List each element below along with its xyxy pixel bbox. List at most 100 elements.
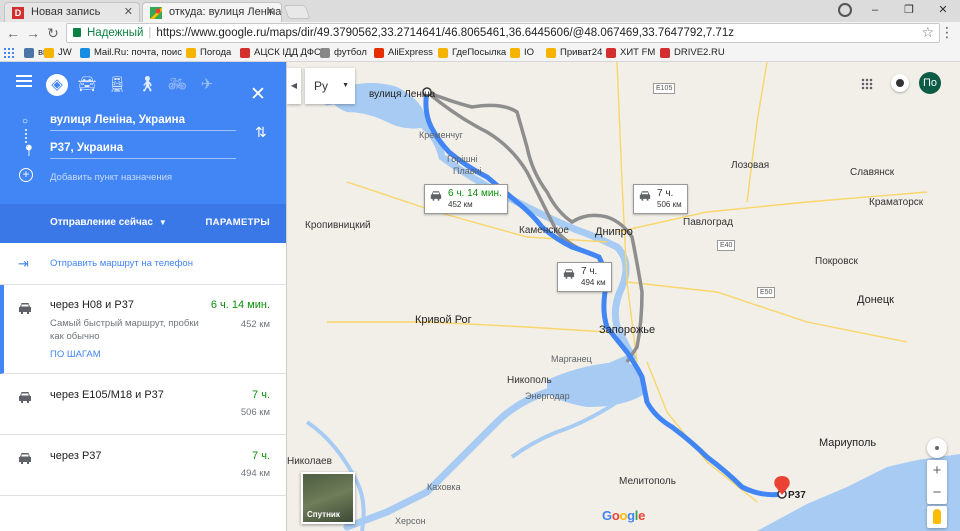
new-tab-button[interactable] bbox=[283, 5, 311, 19]
bookmark-hitfm[interactable]: ХИТ FM bbox=[606, 47, 655, 59]
route-note: Самый быстрый маршрут, пробки как обычно bbox=[50, 318, 199, 342]
car-icon bbox=[430, 191, 442, 201]
route-dots-icon bbox=[25, 129, 27, 143]
minimize-button[interactable]: – bbox=[858, 0, 892, 22]
my-location-icon[interactable] bbox=[927, 438, 947, 458]
aliexpress-icon bbox=[374, 48, 384, 58]
close-directions-icon[interactable]: ✕ bbox=[250, 84, 266, 106]
browser-menu-icon[interactable]: ⋮ bbox=[940, 24, 954, 41]
transit-mode-icon[interactable]: 🚆︎ bbox=[106, 74, 128, 96]
zoom-out-button[interactable]: − bbox=[927, 482, 947, 504]
place-label: Энергодар bbox=[525, 391, 570, 401]
address-bar[interactable]: Надежный | https://www.google.ru/maps/dir/… bbox=[66, 23, 940, 43]
google-maps-favicon-icon bbox=[150, 7, 162, 19]
route-callout[interactable]: 6 ч. 14 мин. 452 км bbox=[424, 184, 508, 214]
route-option[interactable]: через Н08 и Р37 6 ч. 14 мин. Самый быстр… bbox=[0, 285, 286, 374]
depart-time-dropdown[interactable]: Отправление сейчас ▼ bbox=[50, 217, 167, 228]
directions-panel: ◈ 🚘︎ 🚆︎ 🚶︎ 🚲︎ ✈︎ ✕ ○ вулиця Леніна, Укра… bbox=[0, 62, 287, 531]
tab-close-icon[interactable]: ✕ bbox=[124, 3, 133, 22]
maximize-button[interactable]: ❐ bbox=[892, 0, 926, 22]
bookmark-gdeposylka[interactable]: ГдеПосылка bbox=[438, 47, 506, 59]
tab-close-icon[interactable]: ✕ bbox=[266, 3, 275, 22]
step-by-step-link[interactable]: ПО ШАГАМ bbox=[50, 349, 101, 360]
language-selector[interactable]: Ру ▼ bbox=[305, 68, 355, 104]
account-avatar[interactable]: По bbox=[919, 72, 941, 94]
swap-icon[interactable]: ⇅ bbox=[255, 124, 267, 141]
close-window-button[interactable]: ✕ bbox=[926, 0, 960, 22]
tab-google-maps[interactable]: откуда: вулиця Леніна, У ✕ bbox=[142, 2, 282, 22]
callout-distance: 506 км bbox=[657, 200, 682, 209]
map-canvas[interactable]: ◀ Ру ▼ По вулиця Леніна Кременчуг Горішні… bbox=[287, 62, 960, 531]
lock-icon bbox=[73, 28, 81, 37]
gdeposylka-icon bbox=[438, 48, 448, 58]
road-badge: E40 bbox=[717, 240, 736, 251]
route-callout[interactable]: 7 ч. 494 км bbox=[557, 262, 612, 292]
drive2-icon bbox=[660, 48, 670, 58]
send-to-phone-icon: ⇥ bbox=[18, 256, 29, 271]
bookmark-jw[interactable]: JW bbox=[44, 47, 72, 59]
google-logo: Google bbox=[602, 508, 646, 523]
route-distance: 452 км bbox=[240, 319, 270, 330]
add-destination-link[interactable]: Добавить пункт назначения bbox=[50, 172, 172, 183]
collapse-panel-button[interactable]: ◀ bbox=[287, 68, 301, 104]
send-to-phone-link[interactable]: Отправить маршрут на телефон bbox=[50, 258, 193, 269]
flight-mode-icon[interactable]: ✈︎ bbox=[196, 74, 218, 96]
google-apps-icon[interactable] bbox=[861, 78, 873, 90]
bookmark-star-icon[interactable]: ☆ bbox=[921, 24, 934, 41]
callout-time: 6 ч. 14 мин. bbox=[448, 188, 502, 199]
walk-mode-icon[interactable]: 🚶︎ bbox=[136, 74, 158, 96]
place-label: Славянск bbox=[850, 167, 895, 178]
route-via: через Н08 и Р37 bbox=[50, 299, 134, 311]
route-callout[interactable]: 7 ч. 506 км bbox=[633, 184, 688, 214]
add-icon[interactable]: + bbox=[19, 168, 33, 182]
profile-icon[interactable] bbox=[838, 3, 852, 17]
bookmark-weather[interactable]: Погода bbox=[186, 47, 231, 59]
street-view-pegman-icon[interactable] bbox=[927, 506, 947, 528]
zoom-in-button[interactable]: + bbox=[927, 460, 947, 482]
dnieper-lower bbox=[510, 400, 619, 459]
route-option[interactable]: через E105/M18 и Р37 7 ч. 506 км bbox=[0, 374, 286, 435]
bookmark-privat24[interactable]: Приват24 bbox=[546, 47, 602, 59]
bookmark-aliexpress[interactable]: AliExpress bbox=[374, 47, 433, 59]
bookmark-football[interactable]: футбол bbox=[320, 47, 367, 59]
bookmark-io[interactable]: IO bbox=[510, 47, 534, 59]
bookmark-drive2[interactable]: DRIVE2.RU bbox=[660, 47, 725, 59]
place-label: Павлоград bbox=[683, 217, 733, 228]
tab-new-post[interactable]: D Новая запись ✕ bbox=[4, 2, 140, 22]
send-to-phone-row[interactable]: ⇥ Отправить маршрут на телефон bbox=[0, 243, 286, 285]
origin-dot-icon: ○ bbox=[22, 116, 29, 127]
mailru-icon bbox=[80, 48, 90, 58]
destination-input[interactable]: Р37, Украина bbox=[50, 139, 236, 159]
folder-icon bbox=[546, 48, 556, 58]
bookmark-mailru[interactable]: Mail.Ru: почта, поис bbox=[80, 47, 182, 59]
folder-icon bbox=[44, 48, 54, 58]
tab-title: Новая запись bbox=[31, 6, 101, 18]
road-badge: E50 bbox=[757, 287, 776, 298]
url-text: https://www.google.ru/maps/dir/49.379056… bbox=[156, 27, 734, 39]
bike-mode-icon[interactable]: 🚲︎ bbox=[166, 74, 188, 96]
callout-distance: 452 км bbox=[448, 200, 473, 209]
route-option[interactable]: через Р37 7 ч. 494 км bbox=[0, 435, 286, 496]
best-route-icon[interactable]: ◈ bbox=[46, 74, 68, 96]
football-icon bbox=[320, 48, 330, 58]
options-button[interactable]: ПАРАМЕТРЫ bbox=[206, 217, 270, 228]
place-label: Николаев bbox=[287, 456, 332, 467]
car-mode-icon[interactable]: 🚘︎ bbox=[76, 74, 98, 96]
notifications-icon[interactable] bbox=[891, 74, 909, 92]
apps-grid-icon[interactable] bbox=[4, 47, 14, 59]
acsk-icon bbox=[240, 48, 250, 58]
forward-arrow-icon[interactable]: → bbox=[24, 24, 42, 42]
destination-pin-icon: 📍︎ bbox=[22, 145, 36, 157]
reload-icon[interactable]: ↻ bbox=[44, 24, 62, 42]
departure-bar: Отправление сейчас ▼ ПАРАМЕТРЫ bbox=[0, 204, 286, 243]
bookmark-acsk[interactable]: АЦСК ІДД ДФС bbox=[240, 47, 321, 59]
origin-input[interactable]: вулиця Леніна, Украина bbox=[50, 111, 236, 131]
route-time: 7 ч. bbox=[252, 450, 270, 462]
folder-icon bbox=[186, 48, 196, 58]
car-icon bbox=[19, 303, 31, 314]
folder-icon bbox=[510, 48, 520, 58]
place-label: Краматорск bbox=[869, 197, 924, 208]
place-label: Мариуполь bbox=[819, 437, 877, 449]
satellite-toggle[interactable]: Спутник bbox=[301, 472, 355, 524]
back-arrow-icon[interactable]: ← bbox=[4, 24, 22, 42]
